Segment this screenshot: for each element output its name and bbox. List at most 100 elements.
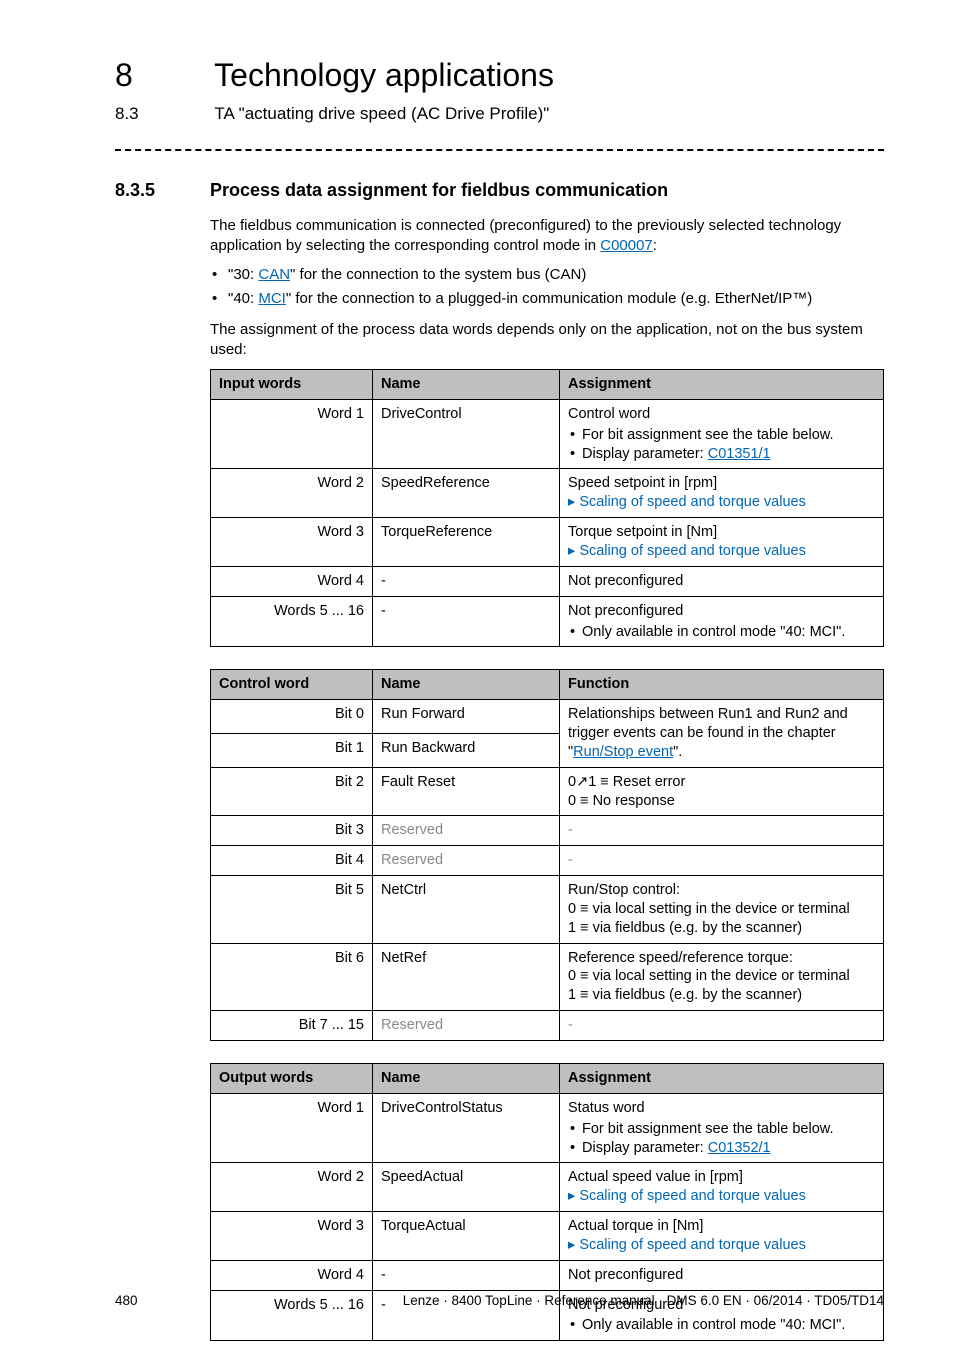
section-number: 8.3	[115, 103, 210, 125]
cell: Bit 4	[211, 846, 373, 876]
cell: -	[560, 1011, 884, 1041]
cell: SpeedReference	[373, 469, 560, 518]
cell: -	[373, 1260, 560, 1290]
cell: Word 4	[211, 566, 373, 596]
scaling-link[interactable]: Scaling of speed and torque values	[568, 494, 806, 510]
runstop-link[interactable]: Run/Stop event	[573, 744, 673, 760]
text: 0 ≡ via local setting in the device or t…	[568, 900, 875, 919]
list-item: Display parameter: C01352/1	[582, 1139, 875, 1158]
table-row: Bit 5 NetCtrl Run/Stop control: 0 ≡ via …	[211, 876, 884, 944]
can-link[interactable]: CAN	[258, 266, 290, 283]
param-link[interactable]: C01352/1	[708, 1140, 771, 1156]
th: Output words	[211, 1064, 373, 1094]
list-item: For bit assignment see the table below.	[582, 426, 875, 445]
text: Actual torque in [Nm]	[568, 1217, 875, 1236]
input-words-table: Input words Name Assignment Word 1 Drive…	[210, 369, 884, 647]
cell: Word 3	[211, 518, 373, 567]
outro-paragraph: The assignment of the process data words…	[210, 320, 884, 359]
body: The fieldbus communication is connected …	[210, 216, 884, 1341]
cell: Word 2	[211, 469, 373, 518]
subsection-title: Process data assignment for fieldbus com…	[210, 179, 668, 202]
table-row: Bit 0 Run Forward Relationships between …	[211, 700, 884, 734]
list-item: Only available in control mode "40: MCI"…	[582, 1316, 875, 1335]
list-item: "30: CAN" for the connection to the syst…	[228, 265, 884, 285]
text: Run/Stop control:	[568, 881, 875, 900]
cell: Run Forward	[373, 700, 560, 734]
list-item: For bit assignment see the table below.	[582, 1120, 875, 1139]
th: Name	[373, 670, 560, 700]
param-link[interactable]: C01351/1	[708, 446, 771, 462]
scaling-link[interactable]: Scaling of speed and torque values	[568, 1237, 806, 1253]
footer-meta: Lenze · 8400 TopLine · Reference manual …	[403, 1292, 884, 1310]
table-row: Word 2 SpeedReference Speed setpoint in …	[211, 469, 884, 518]
table-row: Word 1 DriveControlStatus Status word Fo…	[211, 1093, 884, 1163]
mci-link[interactable]: MCI	[258, 290, 286, 307]
text: 0 ≡ No response	[568, 792, 875, 811]
text: 1 ≡ via fieldbus (e.g. by the scanner)	[568, 919, 875, 938]
table-row: Bit 7 ... 15 Reserved -	[211, 1011, 884, 1041]
text: Actual speed value in [rpm]	[568, 1168, 875, 1187]
table-row: Word 1 DriveControl Control word For bit…	[211, 399, 884, 469]
cell: DriveControlStatus	[373, 1093, 560, 1163]
cell: Word 2	[211, 1163, 373, 1212]
code-link[interactable]: C00007	[600, 237, 653, 254]
cell: Words 5 ... 16	[211, 596, 373, 647]
text: " for the connection to a plugged-in com…	[286, 290, 812, 307]
scaling-link[interactable]: Scaling of speed and torque values	[568, 543, 806, 559]
subsection-heading: 8.3.5 Process data assignment for fieldb…	[115, 179, 884, 202]
cell: Word 1	[211, 1093, 373, 1163]
chapter-number: 8	[115, 55, 210, 97]
cell: Bit 1	[211, 733, 373, 767]
cell: Reserved	[373, 816, 560, 846]
text: "40:	[228, 290, 258, 307]
chapter-title: Technology applications	[214, 55, 554, 97]
text: Control word	[568, 406, 650, 422]
th: Assignment	[560, 1064, 884, 1094]
text: Display parameter:	[582, 446, 708, 462]
cell: -	[560, 846, 884, 876]
cell: 0↗1 ≡ Reset error 0 ≡ No response	[560, 767, 884, 816]
th: Function	[560, 670, 884, 700]
table-row: Word 3 TorqueActual Actual torque in [Nm…	[211, 1212, 884, 1261]
cell: Control word For bit assignment see the …	[560, 399, 884, 469]
cell: NetCtrl	[373, 876, 560, 944]
cell: -	[373, 566, 560, 596]
cell: Bit 7 ... 15	[211, 1011, 373, 1041]
scaling-link[interactable]: Scaling of speed and torque values	[568, 1188, 806, 1204]
cell: Actual speed value in [rpm] Scaling of s…	[560, 1163, 884, 1212]
cell: Relationships between Run1 and Run2 and …	[560, 700, 884, 768]
page-header: 8 Technology applications 8.3 TA "actuat…	[115, 55, 884, 125]
cell: NetRef	[373, 943, 560, 1011]
th: Name	[373, 370, 560, 400]
table-row: Word 2 SpeedActual Actual speed value in…	[211, 1163, 884, 1212]
intro-paragraph: The fieldbus communication is connected …	[210, 216, 884, 255]
cell: Bit 5	[211, 876, 373, 944]
cell: Bit 3	[211, 816, 373, 846]
table-row: Bit 3 Reserved -	[211, 816, 884, 846]
cell: Reserved	[373, 846, 560, 876]
table-row: Word 3 TorqueReference Torque setpoint i…	[211, 518, 884, 567]
table-row: Word 4 - Not preconfigured	[211, 1260, 884, 1290]
cell: Bit 6	[211, 943, 373, 1011]
table-row: Bit 2 Fault Reset 0↗1 ≡ Reset error 0 ≡ …	[211, 767, 884, 816]
cell: TorqueActual	[373, 1212, 560, 1261]
table-row: Bit 6 NetRef Reference speed/reference t…	[211, 943, 884, 1011]
text: Display parameter:	[582, 1140, 708, 1156]
text: 0↗1 ≡ Reset error	[568, 773, 875, 792]
cell: TorqueReference	[373, 518, 560, 567]
text: Speed setpoint in [rpm]	[568, 474, 875, 493]
cell: Bit 0	[211, 700, 373, 734]
subsection-number: 8.3.5	[115, 179, 210, 202]
cell: Word 1	[211, 399, 373, 469]
page-footer: 480 Lenze · 8400 TopLine · Reference man…	[115, 1292, 884, 1310]
th: Name	[373, 1064, 560, 1094]
text: :	[653, 237, 657, 254]
cell: Not preconfigured Only available in cont…	[560, 596, 884, 647]
list-item: "40: MCI" for the connection to a plugge…	[228, 289, 884, 309]
list-item: Only available in control mode "40: MCI"…	[582, 623, 875, 642]
control-word-table: Control word Name Function Bit 0 Run For…	[210, 669, 884, 1041]
cell: Status word For bit assignment see the t…	[560, 1093, 884, 1163]
cell: Torque setpoint in [Nm] Scaling of speed…	[560, 518, 884, 567]
page-number: 480	[115, 1292, 138, 1310]
th: Control word	[211, 670, 373, 700]
